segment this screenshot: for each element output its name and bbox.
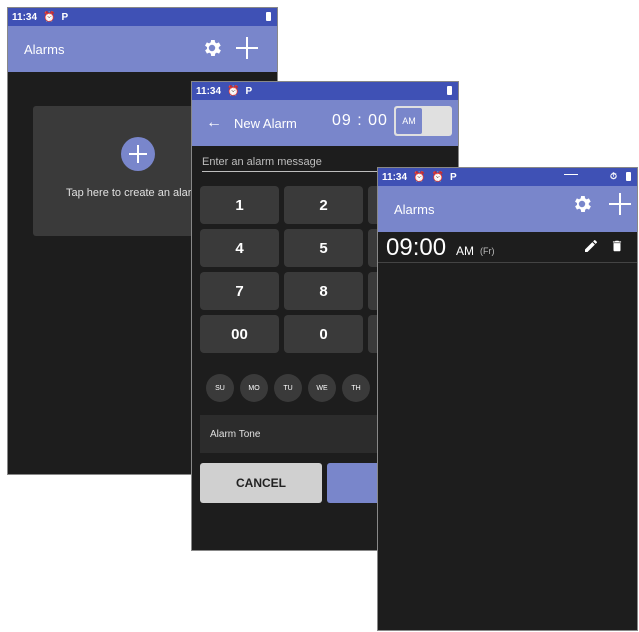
am-option[interactable]: AM	[396, 108, 422, 134]
gear-icon[interactable]	[571, 193, 593, 215]
key-5[interactable]: 5	[284, 229, 363, 267]
cancel-button[interactable]: CANCEL	[200, 463, 322, 503]
parking-icon: P	[449, 171, 457, 183]
key-00[interactable]: 00	[200, 315, 279, 353]
status-bar: 11:34 ⏰ ⏰ P ⏱	[378, 168, 637, 186]
status-time: 11:34	[12, 11, 38, 23]
edit-pencil-icon[interactable]	[583, 238, 599, 254]
app-bar: Alarms	[378, 186, 637, 232]
add-alarm-button[interactable]	[609, 193, 631, 215]
day-thursday[interactable]: TH	[342, 374, 370, 402]
time-display: 09 : 00	[332, 112, 388, 129]
status-bar: 11:34 ⏰ P	[192, 82, 458, 100]
alarm-time: 09:00	[386, 234, 447, 261]
battery-icon	[266, 12, 271, 21]
alarm-clock-icon: ⏰	[227, 85, 240, 97]
status-time: 11:34	[382, 171, 408, 183]
plus-circle-icon	[121, 137, 155, 171]
alarm-status-icon: ⏱	[610, 171, 618, 181]
app-bar: ← New Alarm 09 : 00 AM	[192, 100, 458, 146]
key-8[interactable]: 8	[284, 272, 363, 310]
divider	[564, 174, 578, 175]
key-0[interactable]: 0	[284, 315, 363, 353]
parking-icon: P	[245, 85, 253, 97]
ampm-toggle[interactable]: AM	[394, 106, 452, 136]
key-7[interactable]: 7	[200, 272, 279, 310]
alarms-list-screen: 11:34 ⏰ ⏰ P ⏱ Alarms 09:00 AM (Fr)	[378, 168, 637, 630]
key-1[interactable]: 1	[200, 186, 279, 224]
key-4[interactable]: 4	[200, 229, 279, 267]
empty-hint: Tap here to create an alarm	[66, 187, 201, 199]
alarm-days: (Fr)	[480, 246, 495, 256]
trash-icon[interactable]	[610, 238, 624, 254]
battery-icon	[447, 86, 452, 95]
page-title: Alarms	[394, 201, 435, 217]
page-title: New Alarm	[234, 115, 297, 131]
day-sunday[interactable]: SU	[206, 374, 234, 402]
battery-icon	[626, 172, 631, 181]
key-2[interactable]: 2	[284, 186, 363, 224]
page-title: Alarms	[24, 41, 65, 57]
status-bar: 11:34 ⏰ P	[8, 8, 277, 26]
day-monday[interactable]: MO	[240, 374, 268, 402]
alarm-clock-icon: ⏰	[43, 11, 56, 23]
status-time: 11:34	[196, 85, 222, 97]
day-wednesday[interactable]: WE	[308, 374, 336, 402]
back-arrow-icon[interactable]: ←	[206, 114, 222, 132]
gear-icon[interactable]	[201, 37, 223, 59]
alarm-clock-icon: ⏰	[431, 171, 444, 183]
parking-icon: P	[61, 11, 69, 23]
alarm-clock-icon: ⏰	[413, 171, 426, 183]
day-tuesday[interactable]: TU	[274, 374, 302, 402]
alarm-list-item[interactable]: 09:00 AM (Fr)	[378, 232, 637, 263]
alarm-ampm: AM	[456, 244, 474, 258]
add-alarm-button[interactable]	[236, 37, 258, 59]
